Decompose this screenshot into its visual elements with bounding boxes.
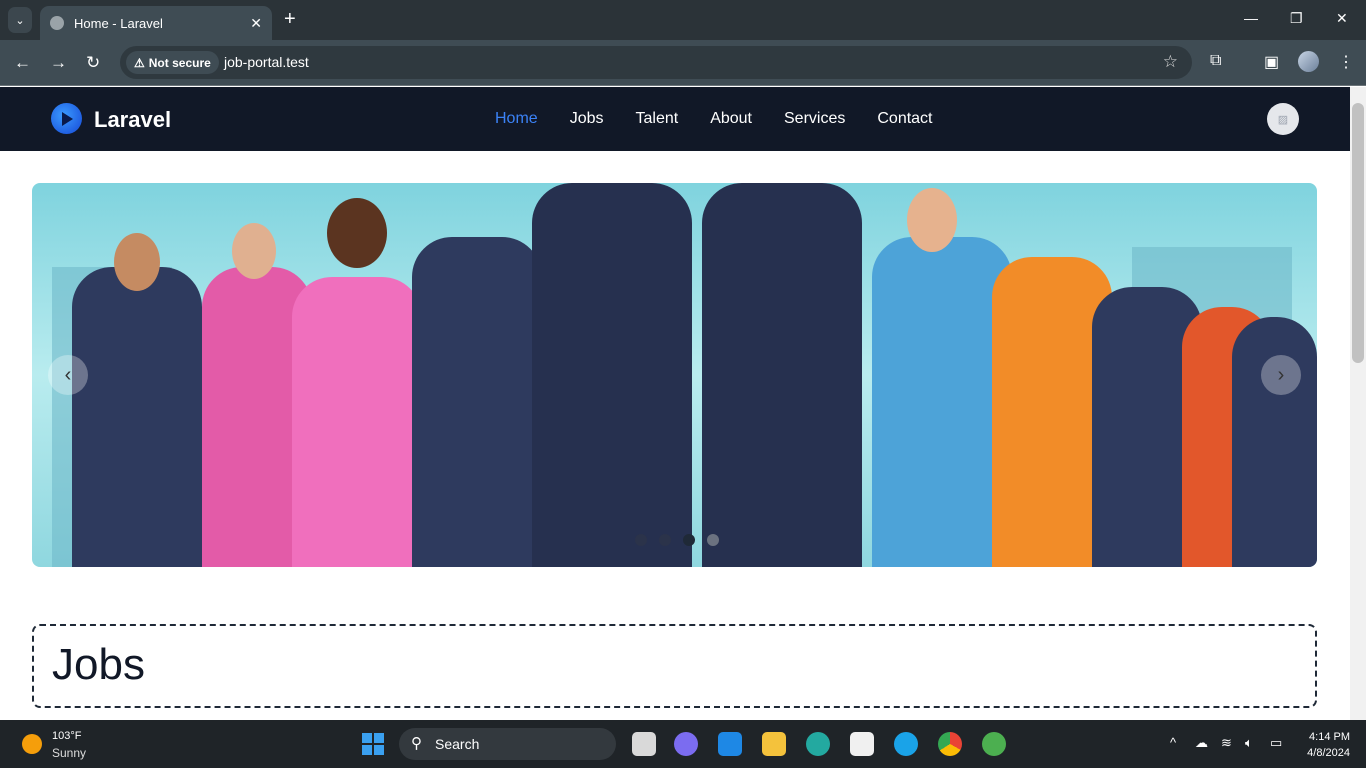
close-window-button[interactable]: ✕ [1336,10,1348,27]
wifi-icon[interactable]: ≋ [1221,735,1232,751]
minimize-button[interactable]: — [1244,10,1258,26]
jobs-section: Jobs [32,624,1317,708]
browser-tab-bar: ⌄ Home - Laravel ✕ + — ❐ ✕ [0,0,1366,40]
hero-carousel: ‹ › [32,183,1317,567]
person-head [114,233,160,291]
carousel-dot-2[interactable] [659,534,671,546]
warning-icon: ⚠ [134,55,145,70]
extensions-icon[interactable]: ⧉ [1210,52,1221,70]
reload-button[interactable]: ↻ [86,53,100,73]
taskbar-search[interactable]: ⚲ Search [399,728,616,760]
back-button[interactable]: ← [14,53,31,73]
volume-icon[interactable]: 🔈︎ [1245,735,1253,751]
microsoft-store-icon[interactable] [850,732,874,756]
person-figure [292,277,422,567]
close-tab-icon[interactable]: ✕ [250,15,262,32]
carousel-dot-1[interactable] [635,534,647,546]
side-panel-icon[interactable]: ▣ [1264,52,1279,72]
edge-icon[interactable] [806,732,830,756]
nav-about[interactable]: About [710,110,752,128]
carousel-indicators [635,534,719,546]
main-nav: Home Jobs Talent About Services Contact [495,110,933,128]
herd-icon[interactable] [982,732,1006,756]
clock-date: 4/8/2024 [1307,747,1350,759]
weather-desc[interactable]: Sunny [52,746,86,760]
jobs-heading: Jobs [52,640,145,689]
menu-kebab-icon[interactable]: ⋮ [1338,52,1354,72]
show-hidden-icons[interactable]: ^ [1170,735,1176,750]
onedrive-icon[interactable]: ☁ [1195,735,1208,751]
nav-home[interactable]: Home [495,110,538,128]
app-icon[interactable] [894,732,918,756]
brand-name[interactable]: Laravel [94,107,171,133]
clock-time: 4:14 PM [1309,731,1350,743]
nav-contact[interactable]: Contact [877,110,932,128]
person-head [327,198,387,268]
person-figure [702,183,862,567]
person-figure [72,267,202,567]
person-head [232,223,276,279]
user-avatar[interactable]: ▨ [1267,103,1299,135]
forward-button[interactable]: → [50,53,67,73]
tab-search-button[interactable]: ⌄ [8,7,32,33]
task-view-icon[interactable] [632,732,656,756]
teams-chat-icon[interactable] [674,732,698,756]
browser-toolbar: ← → ↻ ⚠ Not secure job-portal.test ☆ ⧉ ▣ … [0,40,1366,86]
logo-icon[interactable] [51,103,82,134]
globe-icon [50,16,64,30]
profile-avatar[interactable] [1298,51,1319,72]
browser-tab[interactable]: Home - Laravel ✕ [40,6,272,40]
person-figure [532,183,692,567]
search-icon: ⚲ [411,735,422,752]
restore-button[interactable]: ❐ [1290,10,1303,27]
carousel-next-button[interactable]: › [1261,355,1301,395]
page-scrollbar[interactable] [1350,87,1366,720]
nav-talent[interactable]: Talent [635,110,678,128]
windows-start-icon[interactable] [362,733,384,755]
scrollbar-thumb[interactable] [1352,103,1364,363]
windows-taskbar: 103°F Sunny ⚲ Search ^ ☁ ≋ 🔈︎ ▭ 4:14 PM 4/… [0,720,1366,768]
web-page: Laravel Home Jobs Talent About Services … [0,87,1350,720]
address-bar[interactable]: ⚠ Not secure job-portal.test ☆ [120,46,1192,79]
carousel-dot-4[interactable] [707,534,719,546]
battery-icon[interactable]: ▭ [1270,735,1282,751]
person-figure [412,237,542,567]
vscode-icon[interactable] [718,732,742,756]
system-clock[interactable]: 4:14 PM 4/8/2024 [1307,729,1350,761]
new-tab-button[interactable]: + [284,8,296,31]
nav-jobs[interactable]: Jobs [570,110,604,128]
tab-title: Home - Laravel [74,15,163,31]
url-text[interactable]: job-portal.test [224,54,309,70]
bookmark-star-icon[interactable]: ☆ [1163,52,1178,72]
carousel-dot-3-active[interactable] [683,534,695,546]
carousel-prev-button[interactable]: ‹ [48,355,88,395]
person-head [907,188,957,252]
file-explorer-icon[interactable] [762,732,786,756]
nav-services[interactable]: Services [784,110,845,128]
weather-temp[interactable]: 103°F [52,730,81,742]
security-label: Not secure [148,55,211,70]
weather-sun-icon[interactable] [22,734,42,754]
site-header: Laravel Home Jobs Talent About Services … [0,87,1350,151]
security-chip[interactable]: ⚠ Not secure [126,51,219,74]
person-figure [1232,317,1317,567]
chrome-icon[interactable] [938,732,962,756]
person-figure [872,237,1012,567]
search-label: Search [435,736,480,752]
